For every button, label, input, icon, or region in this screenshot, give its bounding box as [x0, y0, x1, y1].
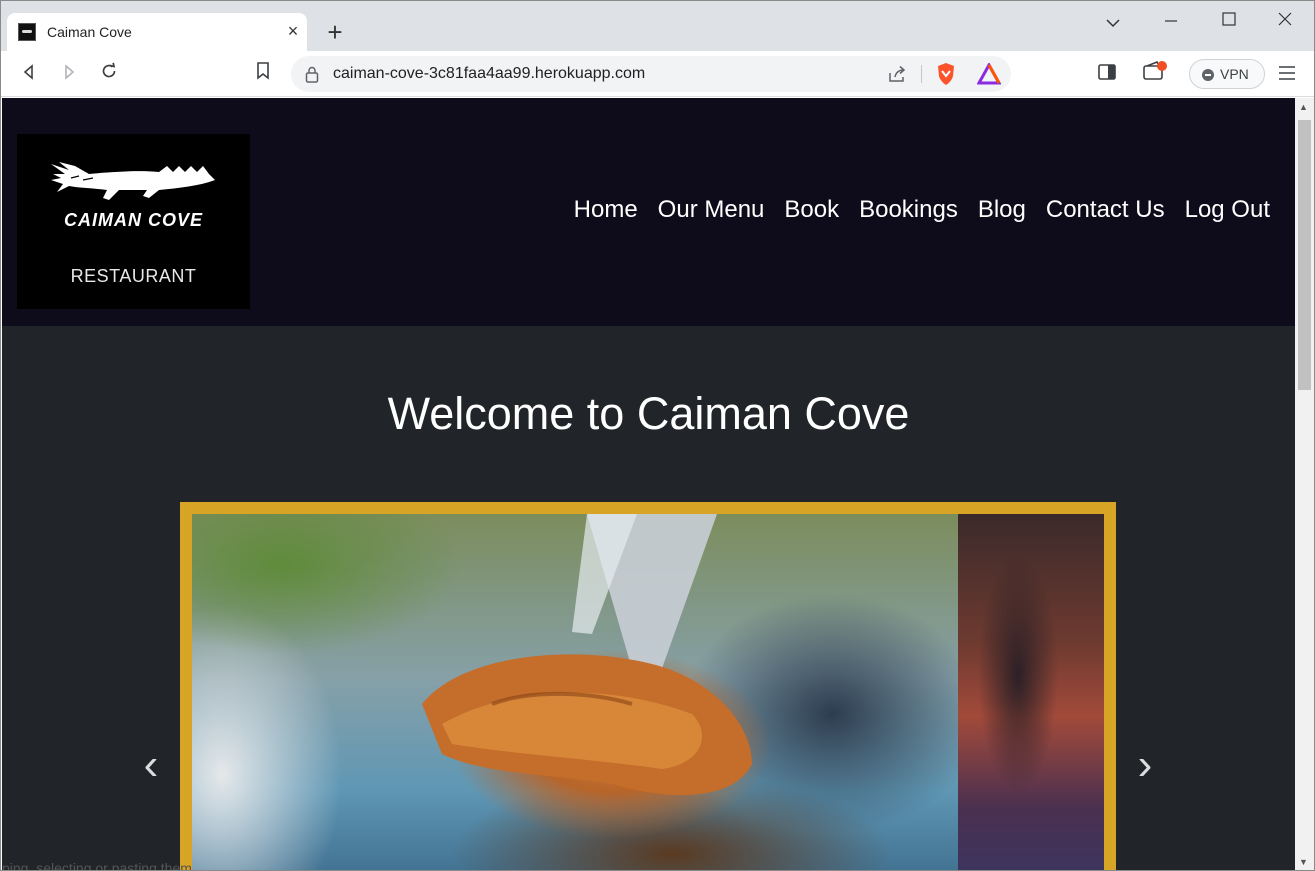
tab-title: Caiman Cove [47, 24, 132, 40]
carousel-prev-button[interactable]: ‹ [136, 743, 166, 793]
url-text: caiman-cove-3c81faa4aa99.herokuapp.com [333, 65, 646, 82]
sidebar-icon[interactable] [1093, 60, 1121, 88]
window-close-button[interactable] [1267, 7, 1303, 37]
back-button[interactable] [15, 60, 43, 88]
favicon-icon [18, 23, 36, 41]
browser-window: Caiman Cove × + caiman-cove-3c81faa4aa99… [0, 0, 1315, 871]
brave-shields-icon[interactable] [935, 62, 957, 91]
reload-button[interactable] [95, 60, 123, 88]
carousel-slide [192, 514, 1104, 870]
tab-close-icon[interactable]: × [283, 21, 303, 41]
nav-our-menu[interactable]: Our Menu [658, 196, 765, 224]
main-nav: Home Our Menu Book Bookings Blog Contact… [574, 196, 1270, 224]
forward-button[interactable] [55, 60, 83, 88]
caiman-logo-icon [51, 162, 215, 200]
logo-subtitle: RESTAURANT [70, 266, 197, 286]
nav-home[interactable]: Home [574, 196, 638, 224]
nav-log-out[interactable]: Log Out [1185, 196, 1270, 224]
address-bar[interactable]: caiman-cove-3c81faa4aa99.herokuapp.com [291, 56, 1011, 92]
interior-photo [958, 514, 1104, 870]
nav-book[interactable]: Book [784, 196, 839, 224]
share-icon[interactable] [887, 64, 907, 89]
site-logo[interactable]: CAIMAN COVE RESTAURANT [17, 134, 250, 309]
hero-title: Welcome to Caiman Cove [387, 388, 910, 439]
vpn-label: VPN [1220, 66, 1249, 82]
wallet-icon[interactable] [1141, 60, 1169, 88]
scroll-up-icon[interactable]: ▲ [1299, 102, 1308, 112]
tab-search-chevron-icon[interactable] [1095, 7, 1131, 37]
image-carousel [180, 502, 1116, 870]
scroll-down-icon[interactable]: ▼ [1299, 857, 1308, 867]
brave-rewards-icon[interactable] [976, 61, 1002, 90]
food-photo [192, 514, 958, 870]
page-viewport: CAIMAN COVE RESTAURANT Home Our Menu Boo… [2, 98, 1295, 870]
lock-icon [305, 66, 319, 88]
vpn-button[interactable]: VPN [1189, 59, 1265, 89]
omnibox-divider [921, 65, 922, 83]
bookmark-icon[interactable] [249, 60, 277, 88]
nav-blog[interactable]: Blog [978, 196, 1026, 224]
site-header: CAIMAN COVE RESTAURANT Home Our Menu Boo… [2, 98, 1295, 326]
logo-name: CAIMAN COVE [63, 210, 203, 230]
nav-bookings[interactable]: Bookings [859, 196, 958, 224]
tab-strip: Caiman Cove × + [1, 1, 1314, 51]
page-scrollbar[interactable]: ▲ ▼ [1295, 98, 1314, 870]
browser-toolbar: caiman-cove-3c81faa4aa99.herokuapp.com V… [1, 51, 1314, 97]
scroll-thumb[interactable] [1298, 120, 1311, 390]
minimize-button[interactable] [1153, 7, 1189, 37]
carousel-next-button[interactable]: › [1130, 743, 1160, 793]
maximize-button[interactable] [1211, 7, 1247, 37]
tab-caiman-cove[interactable]: Caiman Cove × [7, 13, 307, 51]
nav-contact-us[interactable]: Contact Us [1046, 196, 1165, 224]
clipped-overlay-text: ping, selecting or pasting them. [2, 860, 196, 871]
new-tab-button[interactable]: + [321, 18, 349, 46]
vpn-status-icon [1202, 69, 1214, 81]
hamburger-menu-icon[interactable] [1273, 60, 1301, 88]
